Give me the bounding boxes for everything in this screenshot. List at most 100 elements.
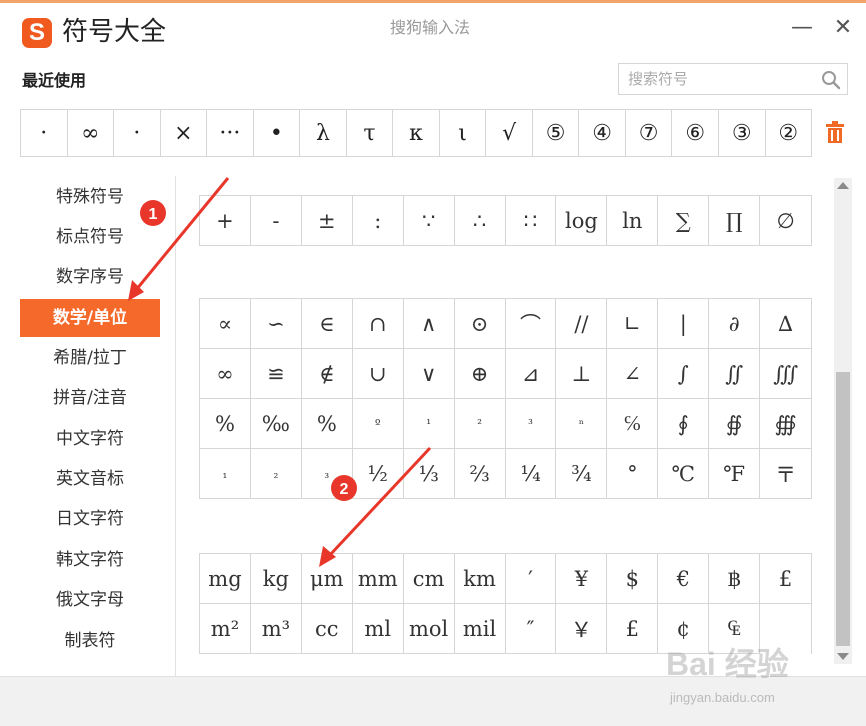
symbol-cell[interactable]: ³ — [505, 399, 557, 449]
symbol-cell[interactable]: £ — [607, 604, 659, 654]
sidebar-category-item[interactable]: 特殊符号 — [20, 178, 160, 216]
symbol-cell[interactable]: ￥ — [556, 604, 608, 654]
symbol-cell[interactable]: ⅓ — [403, 449, 455, 499]
symbol-cell[interactable]: ⊕ — [454, 349, 506, 399]
symbol-cell[interactable]: ⊥ — [556, 349, 608, 399]
recent-symbol-cell[interactable]: κ — [393, 110, 440, 156]
symbol-cell[interactable]: ¢ — [658, 604, 710, 654]
symbol-cell[interactable]: // — [556, 299, 608, 349]
symbol-cell[interactable]: km — [454, 554, 506, 604]
symbol-cell[interactable]: ℅ — [607, 399, 659, 449]
symbol-cell[interactable]: ∅ — [760, 196, 813, 246]
symbol-cell[interactable]: ∏ — [709, 196, 761, 246]
symbol-cell[interactable]: % — [200, 399, 251, 449]
recent-symbol-cell[interactable]: × — [161, 110, 208, 156]
symbol-cell[interactable]: ₁ — [200, 449, 251, 499]
sidebar-category-item[interactable]: 韩文字符 — [20, 541, 160, 579]
symbol-cell[interactable]: ∮ — [658, 399, 710, 449]
recent-symbol-cell[interactable]: ∞ — [68, 110, 115, 156]
symbol-cell[interactable]: ¹ — [403, 399, 455, 449]
symbol-cell[interactable]: ∰ — [760, 399, 813, 449]
recent-symbol-cell[interactable]: ι — [440, 110, 487, 156]
symbol-cell[interactable]: ¥ — [556, 554, 608, 604]
symbol-cell[interactable]: € — [658, 554, 710, 604]
symbol-cell[interactable]: mm — [352, 554, 404, 604]
symbol-cell[interactable]: ⊿ — [505, 349, 557, 399]
symbol-cell[interactable]: + — [200, 196, 251, 246]
recent-symbol-cell[interactable]: ⑤ — [533, 110, 580, 156]
symbol-cell[interactable]: ∈ — [301, 299, 353, 349]
symbol-cell[interactable]: ∂ — [709, 299, 761, 349]
symbol-cell[interactable]: cm — [403, 554, 455, 604]
symbol-cell[interactable]: ⁿ — [556, 399, 608, 449]
symbol-cell[interactable]: ∭ — [760, 349, 813, 399]
recent-symbol-cell[interactable]: √ — [486, 110, 533, 156]
symbol-cell[interactable]: ½ — [352, 449, 404, 499]
symbol-cell[interactable]: ∽ — [250, 299, 302, 349]
search-input[interactable] — [619, 64, 815, 94]
symbol-cell[interactable]: log — [556, 196, 608, 246]
symbol-cell[interactable]: % — [301, 399, 353, 449]
vertical-scrollbar[interactable] — [834, 178, 852, 664]
symbol-cell[interactable]: ¼ — [505, 449, 557, 499]
scroll-down-arrow-icon[interactable] — [837, 653, 849, 660]
symbol-cell[interactable]: - — [250, 196, 302, 246]
symbol-cell[interactable]: ℃ — [658, 449, 710, 499]
symbol-cell[interactable]: ′ — [505, 554, 557, 604]
symbol-cell[interactable]: ∉ — [301, 349, 353, 399]
symbol-cell[interactable]: ln — [607, 196, 659, 246]
recent-symbol-cell[interactable]: · — [21, 110, 68, 156]
sidebar-category-item[interactable]: 俄文字母 — [20, 581, 160, 619]
symbol-cell[interactable]: ‰ — [250, 399, 302, 449]
symbol-cell[interactable]: | — [658, 299, 710, 349]
search-icon[interactable] — [821, 70, 841, 90]
recent-symbol-cell[interactable]: ④ — [579, 110, 626, 156]
close-button[interactable]: ✕ — [831, 14, 855, 42]
recent-symbol-cell[interactable]: ⑥ — [672, 110, 719, 156]
symbol-cell[interactable]: ∵ — [403, 196, 455, 246]
sidebar-category-item[interactable]: 希腊/拉丁 — [20, 339, 160, 377]
symbol-cell[interactable]: ₃ — [301, 449, 353, 499]
symbol-cell[interactable]: ∷ — [505, 196, 557, 246]
symbol-cell[interactable]: 〒 — [760, 449, 813, 499]
recent-symbol-cell[interactable]: τ — [347, 110, 394, 156]
symbol-cell[interactable]: ∪ — [352, 349, 404, 399]
symbol-cell[interactable]: ∴ — [454, 196, 506, 246]
sidebar-category-item[interactable]: 中文字符 — [20, 420, 160, 458]
symbol-cell[interactable]: cc — [301, 604, 353, 654]
symbol-cell[interactable]: $ — [607, 554, 659, 604]
scrollbar-thumb[interactable] — [836, 372, 850, 646]
symbol-cell[interactable]: ∧ — [403, 299, 455, 349]
symbol-cell[interactable]: ฿ — [709, 554, 761, 604]
sidebar-category-item[interactable]: 标点符号 — [20, 218, 160, 256]
recent-symbol-cell[interactable]: ③ — [719, 110, 766, 156]
recent-symbol-cell[interactable]: ⑦ — [626, 110, 673, 156]
recent-symbol-cell[interactable]: λ — [300, 110, 347, 156]
symbol-cell[interactable]: ∞ — [200, 349, 251, 399]
symbol-cell[interactable]: £ — [760, 554, 813, 604]
scroll-up-arrow-icon[interactable] — [837, 182, 849, 189]
symbol-cell[interactable]: mol — [403, 604, 455, 654]
symbol-cell[interactable]: ∑ — [658, 196, 710, 246]
symbol-cell[interactable]: ∬ — [709, 349, 761, 399]
sidebar-category-item[interactable]: 日文字符 — [20, 500, 160, 538]
symbol-cell[interactable]: m² — [200, 604, 251, 654]
symbol-cell[interactable]: m³ — [250, 604, 302, 654]
symbol-cell[interactable]: ≌ — [250, 349, 302, 399]
symbol-cell[interactable]: ∫ — [658, 349, 710, 399]
symbol-cell[interactable]: mg — [200, 554, 251, 604]
symbol-cell[interactable]: μm — [301, 554, 353, 604]
symbol-cell[interactable]: ∠ — [607, 349, 659, 399]
symbol-cell[interactable]: ∯ — [709, 399, 761, 449]
symbol-cell[interactable]: ∩ — [352, 299, 404, 349]
sidebar-category-item[interactable]: 数学/单位 — [20, 299, 160, 337]
search-box[interactable] — [618, 63, 848, 95]
symbol-cell[interactable]: ∆ — [760, 299, 813, 349]
symbol-cell[interactable]: ml — [352, 604, 404, 654]
sidebar-category-item[interactable]: 数字序号 — [20, 258, 160, 296]
symbol-cell[interactable]: ₠ — [709, 604, 761, 654]
recent-symbol-cell[interactable]: ② — [766, 110, 812, 156]
minimize-button[interactable]: — — [790, 14, 814, 42]
symbol-cell[interactable]: ° — [607, 449, 659, 499]
symbol-cell[interactable]: ₂ — [250, 449, 302, 499]
